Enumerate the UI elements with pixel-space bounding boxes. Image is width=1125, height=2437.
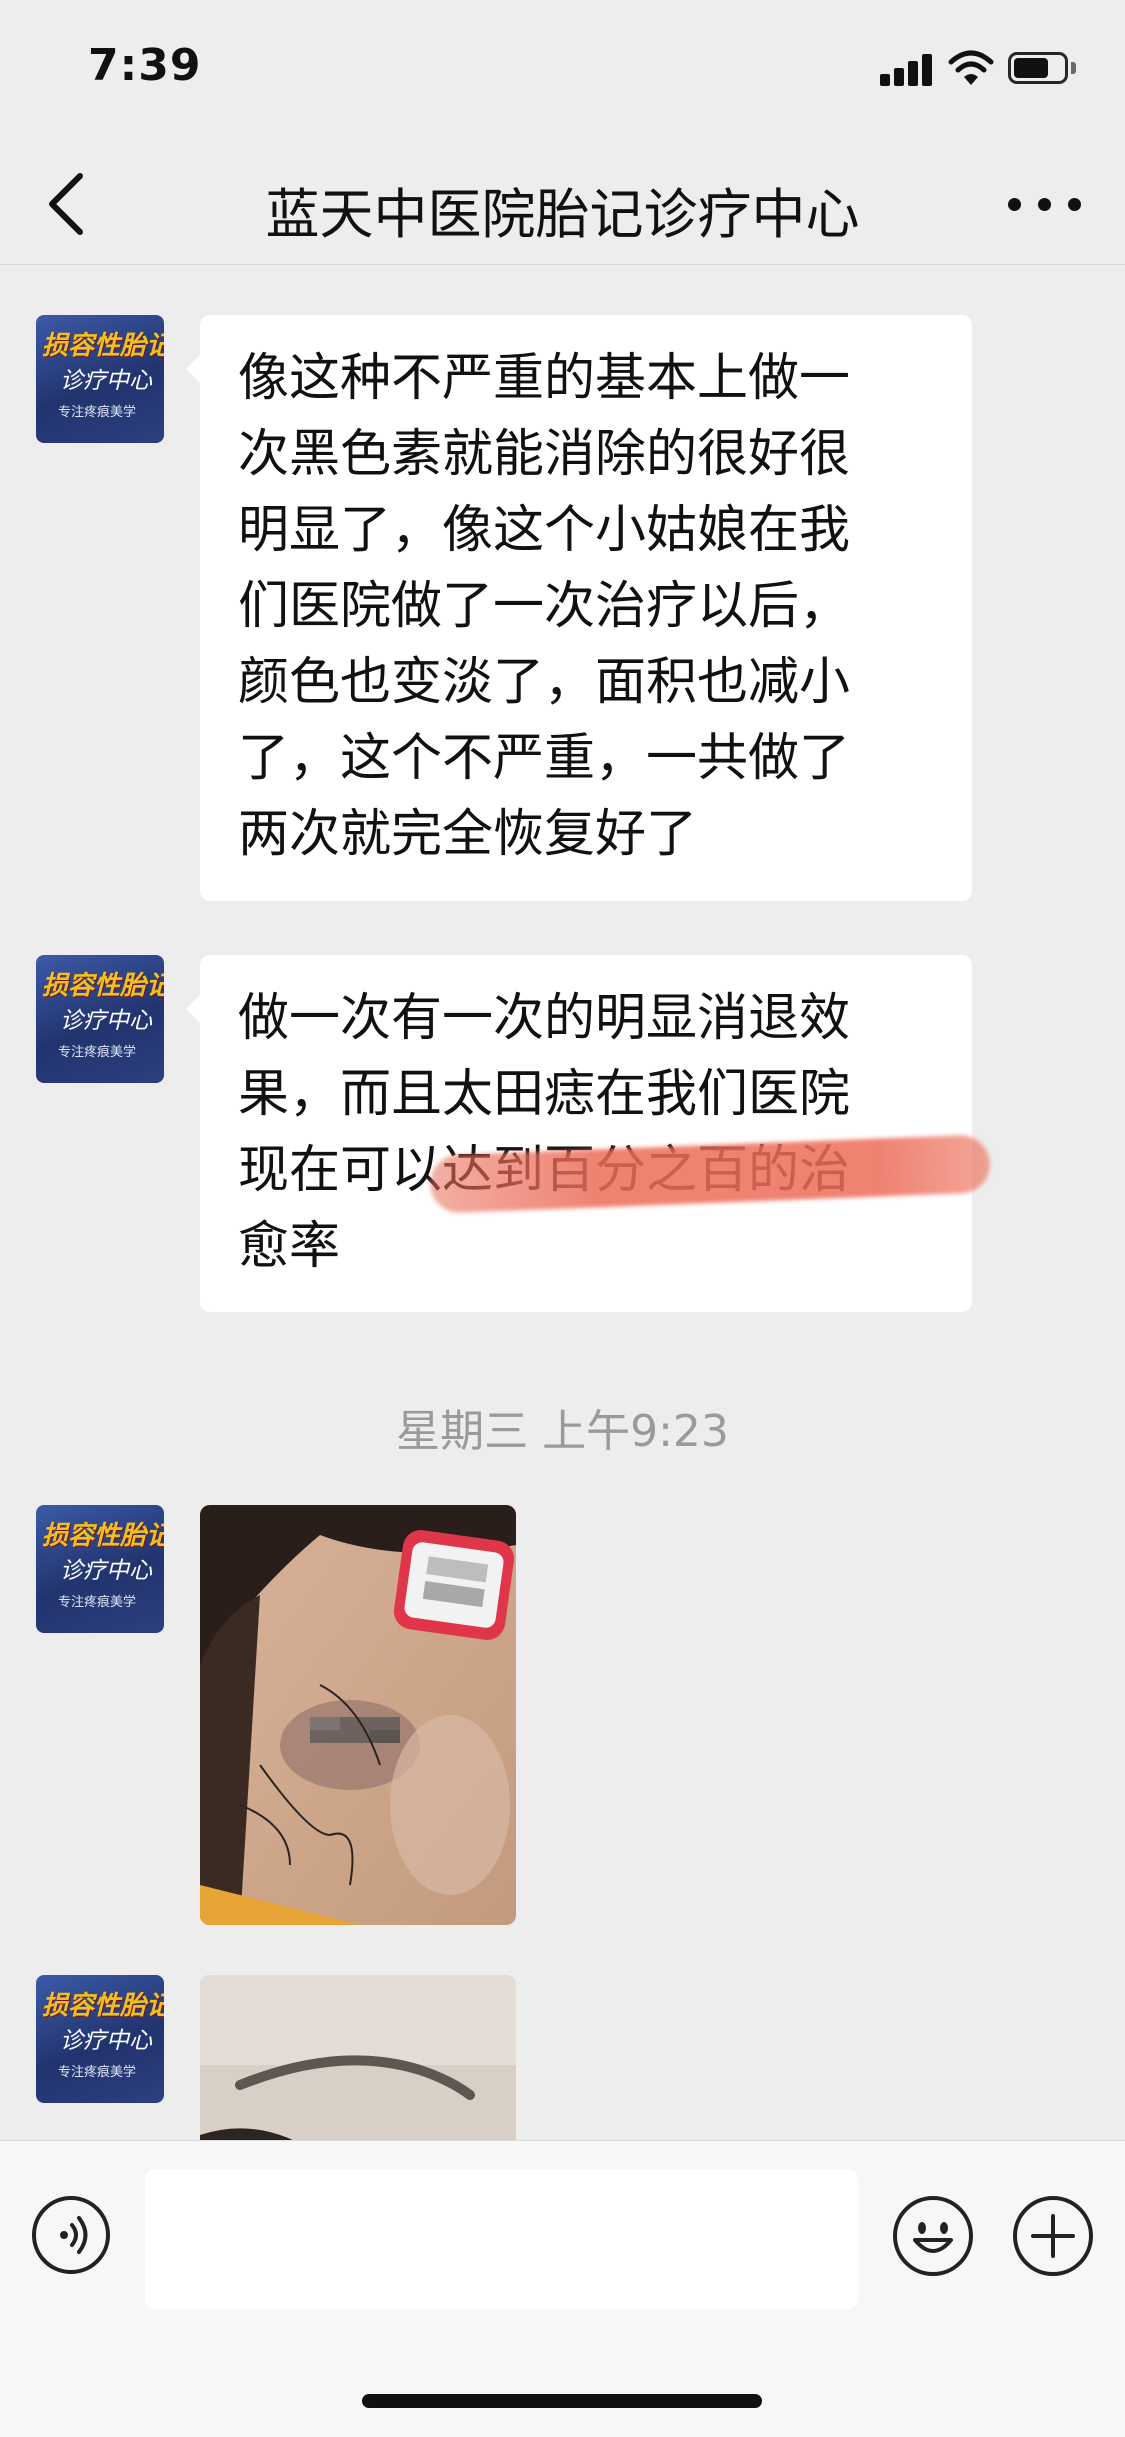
emoji-button[interactable] [893,2196,973,2276]
voice-input-button[interactable] [32,2196,110,2274]
sender-avatar[interactable]: 损容性胎记 诊疗中心 专注疼痕美学 [36,1505,164,1633]
wifi-icon [948,48,994,88]
emoji-icon [913,2222,953,2253]
message-timestamp: 星期三 上午9:23 [396,1406,729,1457]
navigation-bar: 蓝天中医院胎记诊疗中心 [0,140,1125,265]
battery-icon [1008,52,1078,86]
message-bubble[interactable]: 做一次有一次的明显消退效 果，而且太田痣在我们医院 现在可以达到百分之百的治 愈… [186,955,972,1312]
voice-icon [60,2216,88,2254]
sender-avatar[interactable]: 损容性胎记 诊疗中心 专注疼痕美学 [36,1975,164,2103]
chat-title: 蓝天中医院胎记诊疗中心 [265,183,860,246]
image-message[interactable] [200,1505,516,1925]
home-indicator[interactable] [362,2394,762,2408]
more-functions-button[interactable] [1013,2196,1093,2276]
input-bar [0,2140,1125,2437]
sender-avatar[interactable]: 损容性胎记 诊疗中心 专注疼痕美学 [36,315,164,443]
sender-avatar[interactable]: 损容性胎记 诊疗中心 专注疼痕美学 [36,955,164,1083]
message-input[interactable] [145,2169,858,2309]
status-time: 7:39 [88,40,202,91]
more-dots-icon [1008,198,1021,211]
face-photo [200,1505,516,1925]
message-bubble[interactable]: 像这种不严重的基本上做一 次黑色素就能消除的很好很 明显了，像这个小姑娘在我 们… [186,315,972,901]
more-options-button[interactable] [1000,160,1090,244]
cellular-signal-icon [880,52,936,86]
plus-icon [1031,2214,1075,2258]
status-bar: 7:39 [0,0,1125,140]
